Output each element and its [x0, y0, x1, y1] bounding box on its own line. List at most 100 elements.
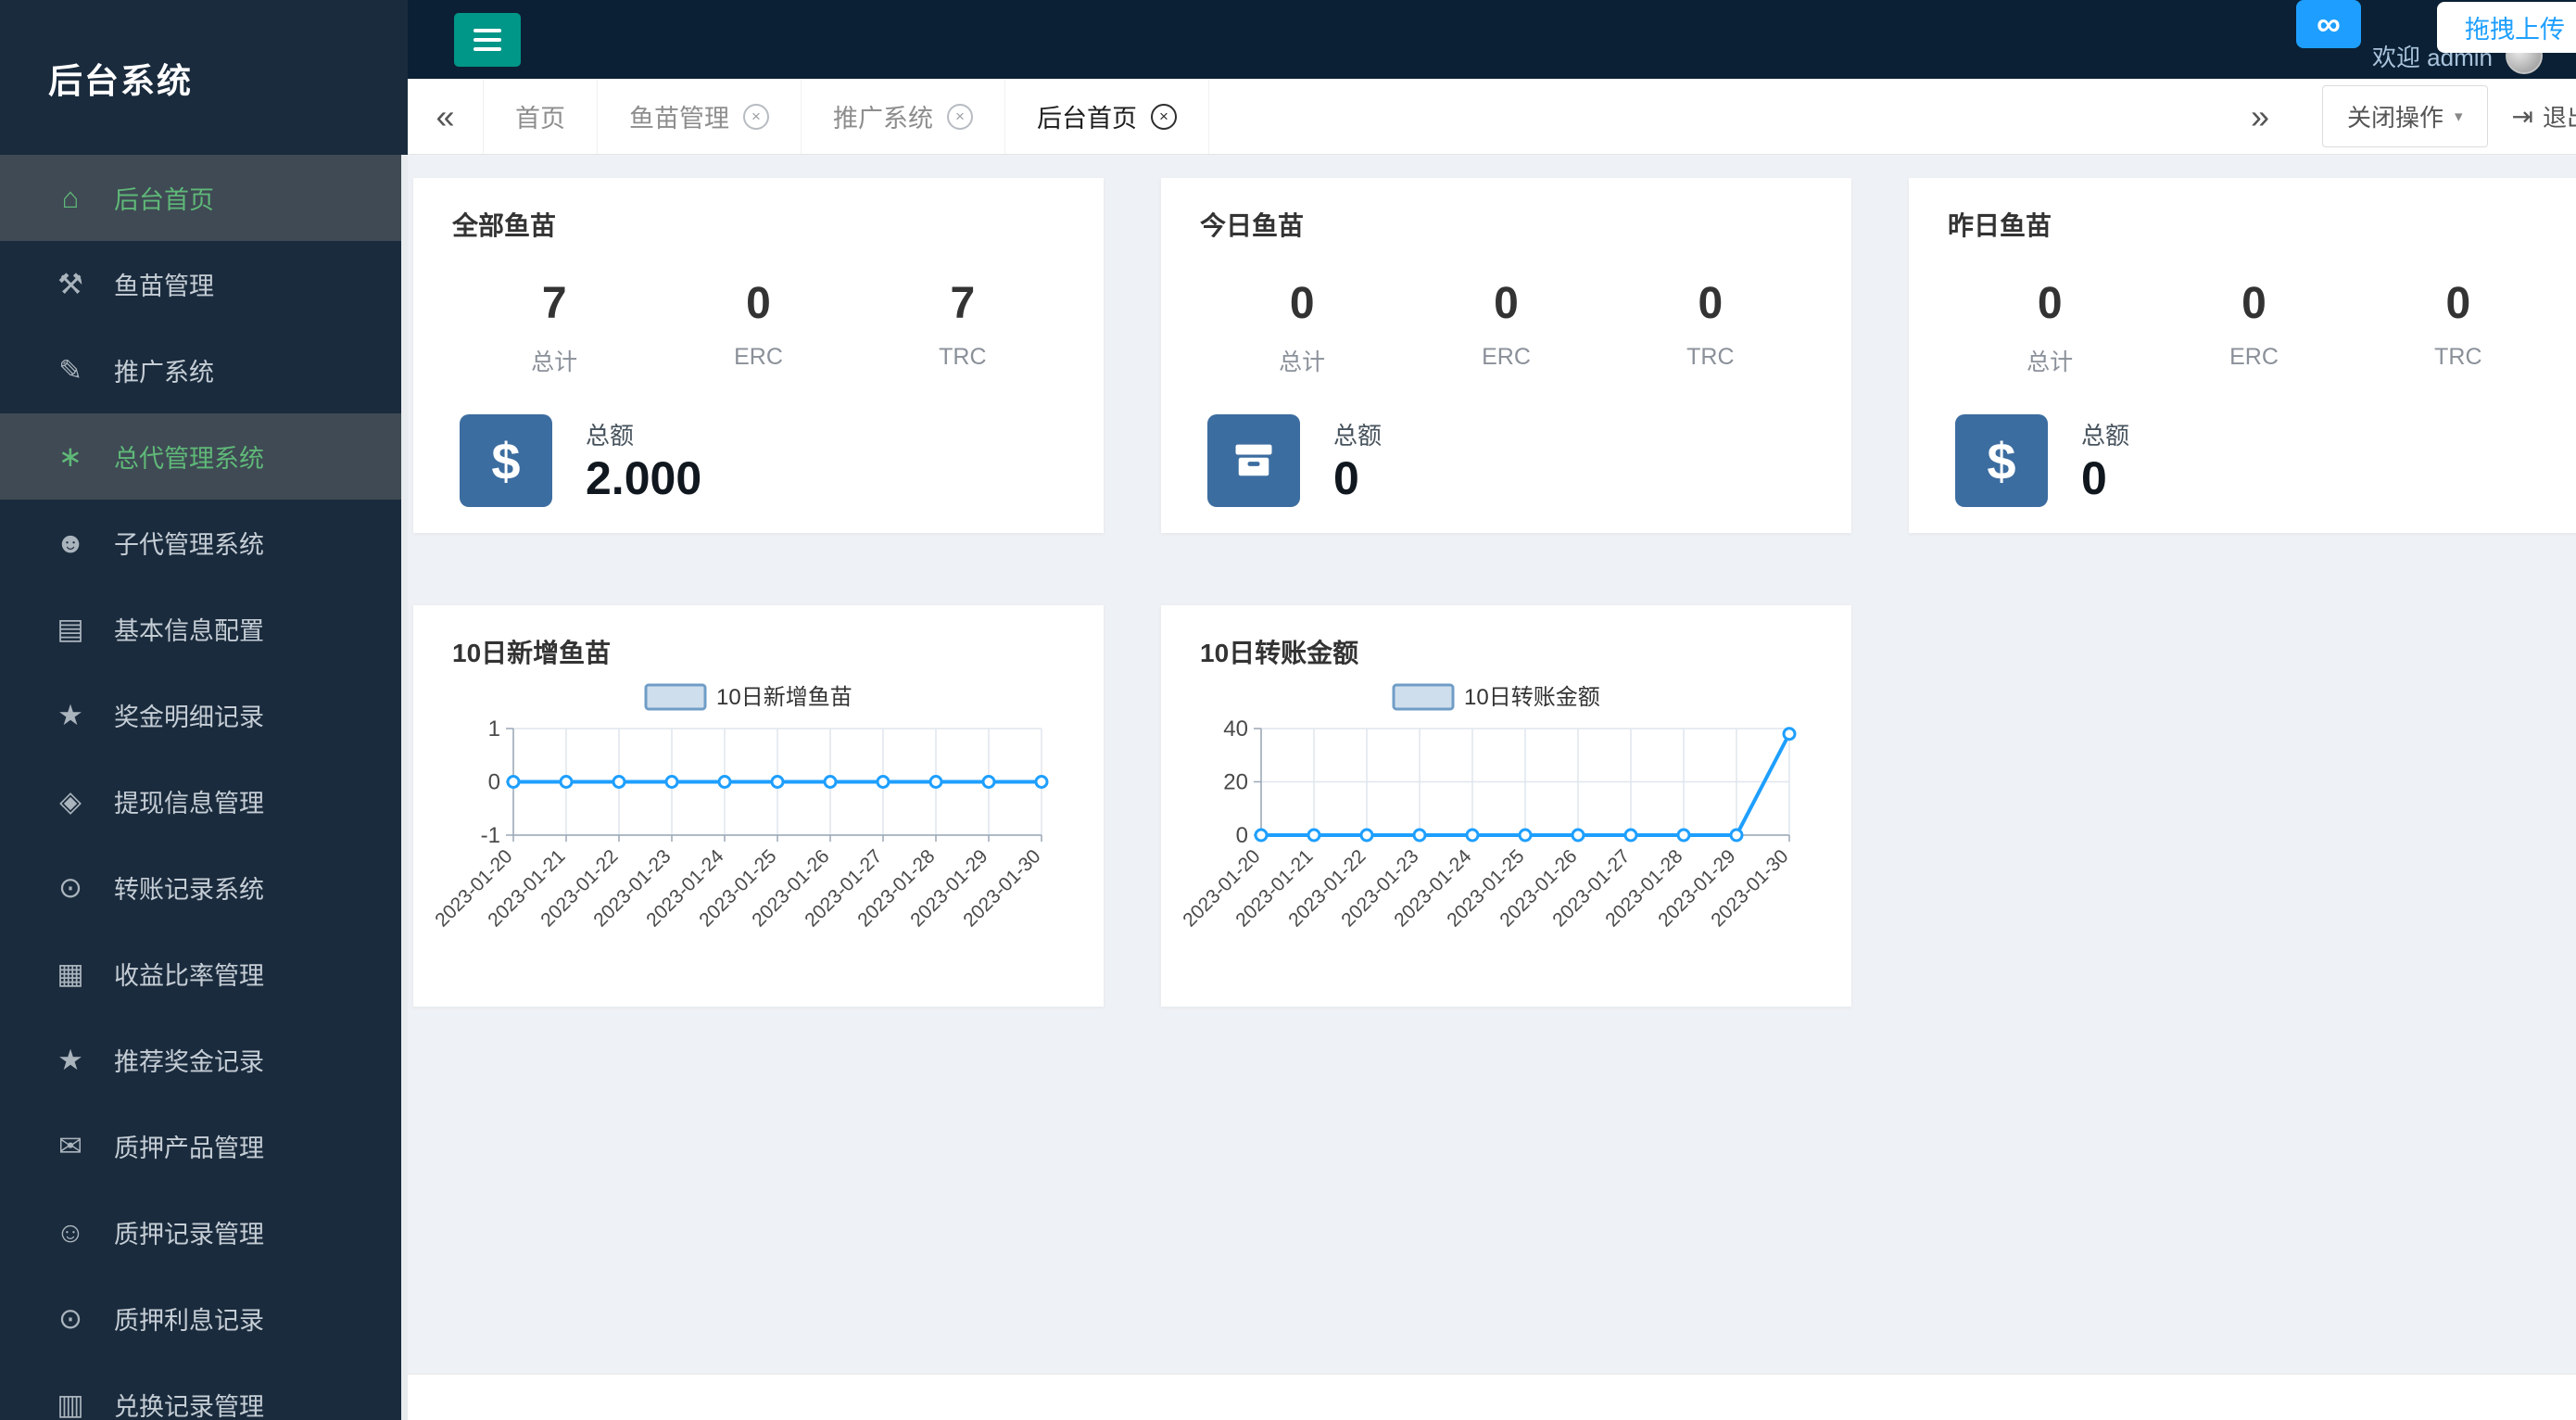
total-row: 总额 0	[1200, 414, 1812, 507]
total-value: 2.000	[586, 452, 702, 504]
tab-close-icon[interactable]: ×	[743, 103, 769, 130]
footer	[408, 1374, 2576, 1420]
sidebar-item-book-14[interactable]: ▥ 兑换记录管理	[0, 1362, 408, 1420]
total-text: 总额 0	[1333, 417, 1382, 504]
svg-text:1: 1	[487, 716, 499, 742]
tabs-scroll-left-icon[interactable]: «	[408, 79, 484, 154]
total-value: 0	[2081, 452, 2107, 504]
sidebar-item-asterisk-3[interactable]: ∗ 总代管理系统	[0, 413, 408, 500]
stat-card-title: 昨日鱼苗	[1948, 211, 2052, 240]
metric-label: 总计	[531, 349, 578, 375]
sidebar-item-label: 转账记录系统	[114, 876, 264, 904]
power-icon: ⊙	[58, 1301, 82, 1335]
tab-close-icon[interactable]: ×	[1151, 103, 1177, 130]
face-icon: ☺	[56, 1215, 85, 1249]
sidebar-item-power-13[interactable]: ⊙ 质押利息记录	[0, 1275, 408, 1362]
svg-text:10日新增鱼苗: 10日新增鱼苗	[716, 685, 852, 710]
sidebar-item-label: 推荐奖金记录	[114, 1048, 264, 1076]
sidebar-item-calendar-9[interactable]: ▦ 收益比率管理	[0, 931, 408, 1017]
metric-label: ERC	[1482, 344, 1531, 370]
total-row: $ 总额 2.000	[452, 414, 1065, 507]
stat-icon-tile: $	[1955, 414, 2048, 507]
sidebar-item-edit-2[interactable]: ✎ 推广系统	[0, 327, 408, 413]
content-area: 全部鱼苗 7 总计 0 ERC 7 TRC $ 总额 2.000 今日鱼苗 0 总计 0 ERC 0 TRC 总额…	[408, 155, 2576, 1374]
sidebar-item-comment-11[interactable]: ✉ 质押产品管理	[0, 1103, 408, 1189]
line-chart: 020402023-01-202023-01-212023-01-222023-…	[1182, 683, 1796, 931]
metric: 0 ERC	[2152, 278, 2355, 377]
svg-text:20: 20	[1223, 770, 1248, 795]
caret-down-icon: ▾	[2454, 107, 2463, 125]
metric: 0 TRC	[1609, 278, 1812, 377]
metric-value: 7	[541, 279, 567, 328]
sidebar-item-face-12[interactable]: ☺ 质押记录管理	[0, 1189, 408, 1275]
svg-text:-1: -1	[480, 823, 499, 848]
sidebar-item-users-4[interactable]: ☻ 子代管理系统	[0, 500, 408, 586]
total-text: 总额 0	[2081, 417, 2129, 504]
sidebar-item-tag-7[interactable]: ◈ 提现信息管理	[0, 758, 408, 844]
svg-text:40: 40	[1223, 716, 1248, 742]
tab-0[interactable]: 首页	[484, 79, 598, 154]
logout-button[interactable]: ⇥ 退出	[2512, 99, 2576, 133]
wrench-icon: ⚒	[57, 267, 83, 300]
tab-actions: » 关闭操作 ▾ ⇥ 退出	[2222, 79, 2576, 154]
total-text: 总额 2.000	[586, 417, 701, 504]
metric-value: 0	[746, 279, 771, 328]
sidebar-item-star-6[interactable]: ★ 奖金明细记录	[0, 672, 408, 758]
close-operations-button[interactable]: 关闭操作 ▾	[2321, 85, 2488, 147]
tab-label: 首页	[515, 105, 565, 133]
comment-icon: ✉	[58, 1129, 82, 1162]
sidebar-item-star-10[interactable]: ★ 推荐奖金记录	[0, 1017, 408, 1103]
line-chart: -1012023-01-202023-01-212023-01-222023-0…	[435, 683, 1048, 931]
tab-3[interactable]: 后台首页 ×	[1005, 79, 1209, 154]
tabs-strip: 首页 鱼苗管理 × 推广系统 × 后台首页 ×	[484, 79, 1209, 154]
metric: 0 总计	[1948, 278, 2152, 377]
cloud-upload-icon: ∞	[2317, 5, 2341, 43]
stat-card-2: 昨日鱼苗 0 总计 0 ERC 0 TRC $ 总额 0	[1909, 178, 2576, 533]
metric-value: 0	[1289, 279, 1315, 328]
stat-card-1: 今日鱼苗 0 总计 0 ERC 0 TRC 总额 0	[1161, 178, 1851, 533]
tag-icon: ◈	[59, 784, 82, 818]
sidebar-item-label: 收益比率管理	[114, 962, 264, 990]
drag-upload-button[interactable]: 拖拽上传	[2437, 2, 2576, 53]
metric-label: TRC	[939, 344, 987, 370]
tabs-scroll-right-icon[interactable]: »	[2222, 97, 2298, 136]
dollar-icon: $	[1987, 431, 2016, 490]
metric-value: 0	[2037, 279, 2063, 328]
dollar-icon: $	[491, 431, 521, 490]
metric: 0 总计	[1200, 278, 1404, 377]
sidebar-item-home-0[interactable]: ⌂ 后台首页	[0, 155, 408, 241]
logout-icon: ⇥	[2511, 102, 2533, 131]
logout-label: 退出	[2542, 104, 2576, 132]
main-column: 欢迎 admin ∞ 拖拽上传 « 首页 鱼苗管理 × 推广系统 × 后台首页 × » 关闭…	[408, 0, 2576, 1420]
upload-icon-button[interactable]: ∞	[2296, 0, 2361, 48]
sidebar-item-label: 质押记录管理	[114, 1221, 264, 1249]
total-label: 总额	[586, 422, 635, 450]
total-row: $ 总额 0	[1948, 414, 2560, 507]
users-icon: ☻	[55, 526, 86, 559]
metric-label: ERC	[734, 344, 783, 370]
metric-value: 0	[2445, 279, 2471, 328]
tab-close-icon[interactable]: ×	[947, 103, 973, 130]
sidebar-item-wrench-1[interactable]: ⚒ 鱼苗管理	[0, 241, 408, 327]
sidebar-item-power-8[interactable]: ⊙ 转账记录系统	[0, 844, 408, 931]
total-label: 总额	[2081, 422, 2130, 450]
total-label: 总额	[1333, 422, 1383, 450]
chart-card-0: 10日新增鱼苗 -1 0 1 2023-01-20 2023-01-21 2023-01-2…	[413, 605, 1104, 1007]
tab-1[interactable]: 鱼苗管理 ×	[598, 79, 802, 154]
sidebar-scrollbar[interactable]	[401, 155, 408, 1420]
metric: 0 TRC	[2356, 278, 2560, 377]
sidebar-item-document-5[interactable]: ▤ 基本信息配置	[0, 586, 408, 672]
chart-card-1: 10日转账金额 0 20 40 2023-01-20 2023-01-21 2023-01-…	[1161, 605, 1851, 1007]
book-icon: ▥	[57, 1388, 84, 1420]
svg-text:0: 0	[1235, 823, 1247, 848]
menu-toggle-button[interactable]	[454, 13, 521, 67]
total-value: 0	[1333, 452, 1359, 504]
top-header: 欢迎 admin ∞ 拖拽上传	[408, 0, 2576, 79]
star-icon: ★	[57, 698, 83, 731]
sidebar-item-label: 总代管理系统	[114, 445, 264, 473]
sidebar-item-label: 提现信息管理	[114, 790, 264, 818]
tab-2[interactable]: 推广系统 ×	[802, 79, 1005, 154]
svg-text:0: 0	[487, 770, 499, 795]
sidebar-item-label: 基本信息配置	[114, 617, 264, 645]
stat-metrics: 0 总计 0 ERC 0 TRC	[1948, 278, 2560, 377]
